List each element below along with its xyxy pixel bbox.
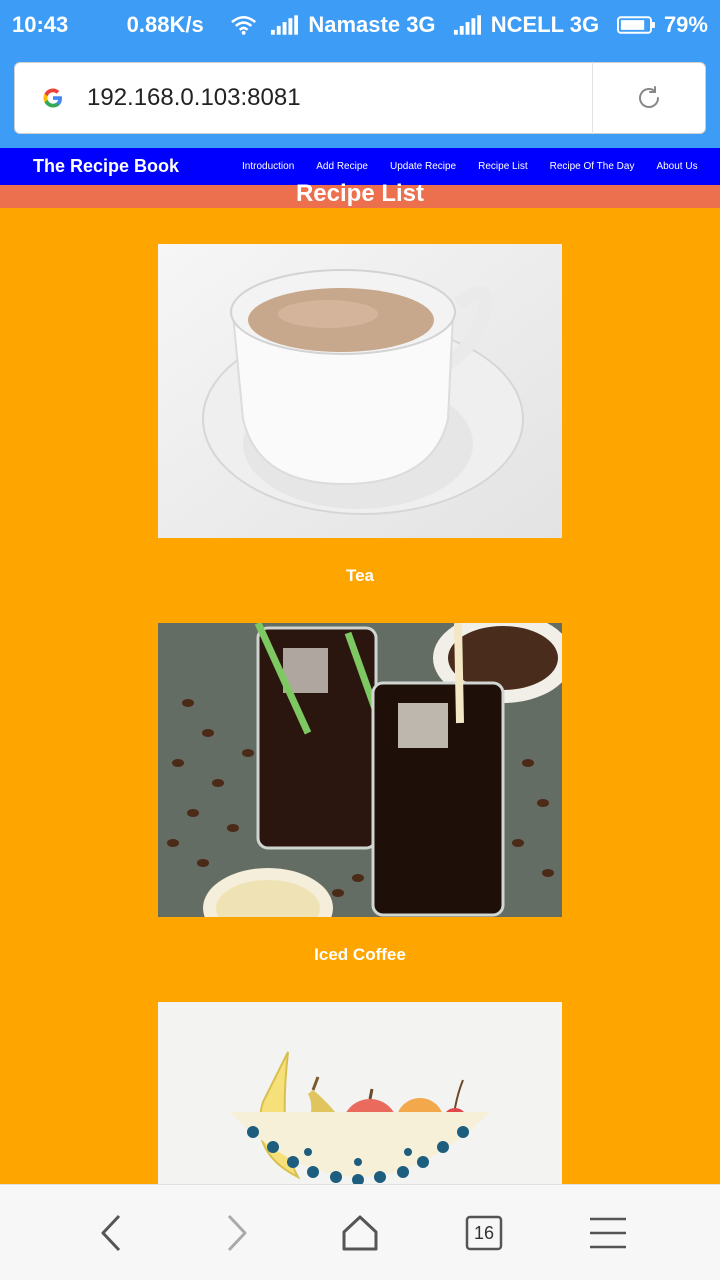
tabs-button[interactable]: 16	[464, 1213, 504, 1253]
google-icon	[43, 88, 62, 108]
heading-band: Recipe List	[0, 180, 720, 208]
recipe-card-tea[interactable]: Tea	[158, 244, 562, 585]
url-text[interactable]: 192.168.0.103:8081	[87, 84, 592, 112]
signal-icon	[271, 15, 299, 35]
status-time: 10:43	[12, 12, 69, 37]
nav-links: Introduction Add Recipe Update Recipe Re…	[242, 161, 698, 172]
nav-link-about-us[interactable]: About Us	[656, 161, 697, 172]
recipe-image-tea[interactable]	[158, 244, 562, 538]
forward-icon	[227, 1214, 247, 1252]
reload-icon	[639, 86, 659, 108]
reload-button[interactable]	[593, 62, 705, 134]
back-button[interactable]	[92, 1213, 132, 1253]
browser-bar: 192.168.0.103:8081	[0, 50, 720, 148]
nav-link-recipe-list[interactable]: Recipe List	[478, 161, 527, 172]
menu-button[interactable]	[588, 1213, 628, 1253]
nav-link-introduction[interactable]: Introduction	[242, 161, 294, 172]
recipe-card-fruit[interactable]	[158, 1002, 562, 1184]
page-title: Recipe List	[295, 180, 425, 207]
back-icon	[101, 1214, 121, 1252]
status-speed: 0.88K/s	[126, 12, 204, 37]
battery-icon	[617, 16, 655, 34]
status-battery: 79%	[663, 12, 708, 37]
browser-bottom-nav: 16	[0, 1184, 720, 1280]
nav-link-update-recipe[interactable]: Update Recipe	[390, 161, 456, 172]
status-bar: 10:43 0.88K/s Namaste 3G NCELL 3G 79%	[0, 0, 720, 50]
tab-count: 16	[473, 1222, 495, 1243]
recipe-list: Tea Iced Coffee	[0, 208, 720, 1184]
address-bar[interactable]: 192.168.0.103:8081	[14, 62, 706, 134]
home-icon	[342, 1215, 378, 1251]
menu-icon	[590, 1217, 626, 1249]
recipe-name[interactable]: Iced Coffee	[158, 945, 562, 965]
home-button[interactable]	[340, 1213, 380, 1253]
recipe-image-fruit[interactable]	[158, 1002, 562, 1184]
nav-link-recipe-of-the-day[interactable]: Recipe Of The Day	[550, 161, 635, 172]
forward-button[interactable]	[216, 1213, 256, 1253]
status-network-1: Namaste 3G	[308, 12, 436, 37]
recipe-image-iced-coffee[interactable]	[158, 623, 562, 917]
signal-icon	[453, 15, 481, 35]
site-brand[interactable]: The Recipe Book	[33, 156, 242, 177]
recipe-name[interactable]: Tea	[158, 566, 562, 586]
nav-link-add-recipe[interactable]: Add Recipe	[316, 161, 368, 172]
recipe-card-iced-coffee[interactable]: Iced Coffee	[158, 623, 562, 964]
status-network-2: NCELL 3G	[490, 12, 600, 37]
wifi-icon	[231, 16, 257, 35]
